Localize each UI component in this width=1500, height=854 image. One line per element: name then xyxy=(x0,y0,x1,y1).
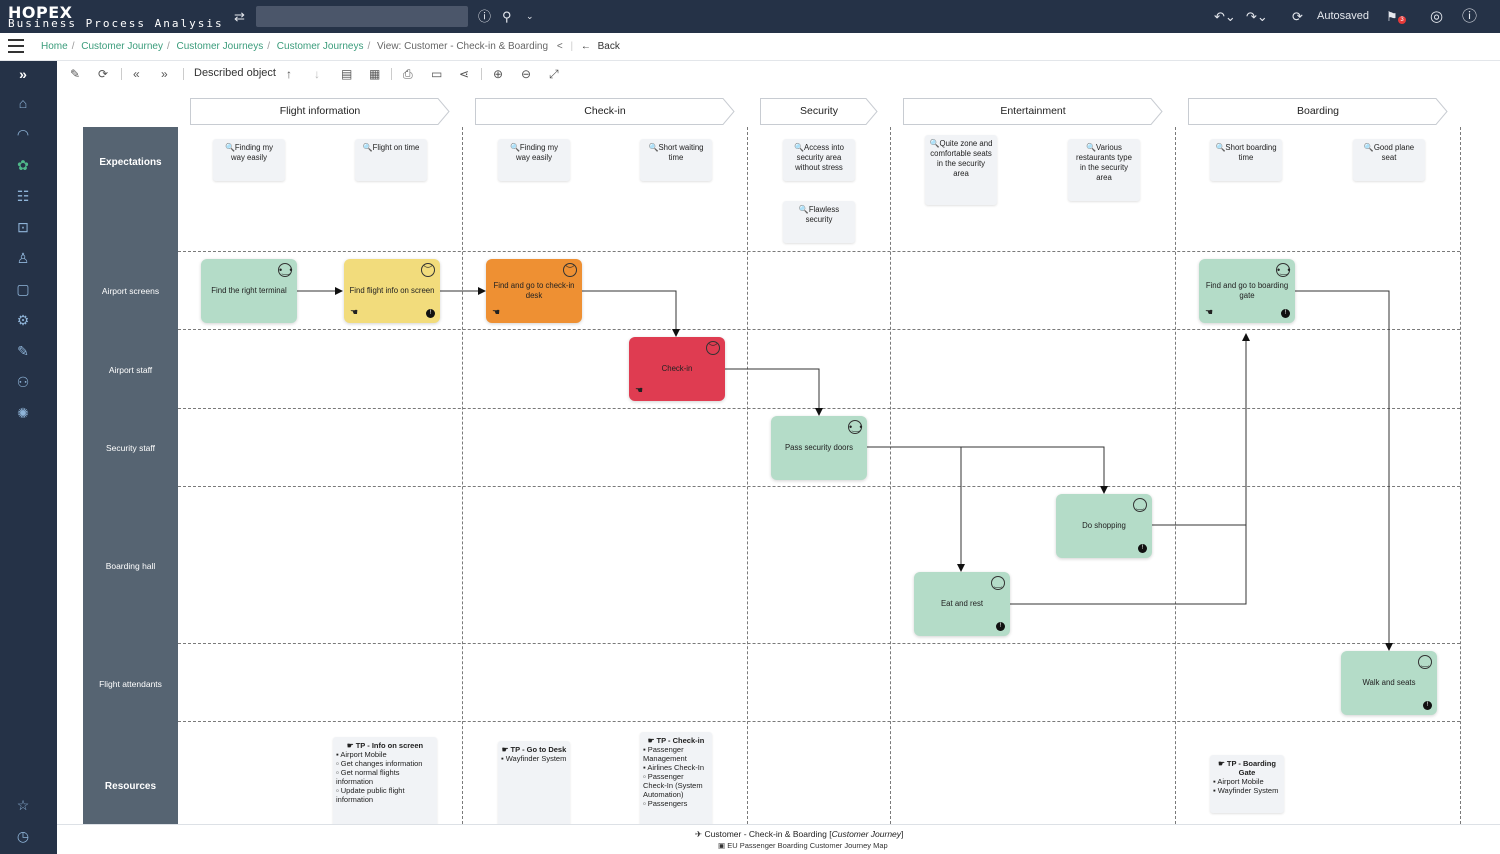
emotion-sad-icon: ︶ xyxy=(563,263,577,277)
step-walk-and-seats[interactable]: Walk and seats ‿ ! xyxy=(1341,651,1437,715)
edit-icon[interactable]: ✎ xyxy=(70,66,80,82)
resource-card[interactable]: ☛ TP - Info on screen ▪ Airport Mobile ▫… xyxy=(333,737,437,824)
comment-icon[interactable]: ! xyxy=(1281,309,1290,318)
emotion-angry-icon: ︶ xyxy=(706,341,720,355)
journey-map-canvas: Flight information Check-in Security Ent… xyxy=(57,87,1500,824)
fit-screen-icon[interactable]: ⤢ xyxy=(549,66,559,82)
dashboard-icon[interactable]: ◠ xyxy=(14,125,32,143)
next-icon[interactable]: » xyxy=(161,66,168,82)
back-button[interactable]: Back xyxy=(598,41,620,52)
organization-icon[interactable]: ♙ xyxy=(14,249,32,267)
emotion-neutral-icon: •‿• xyxy=(278,263,293,277)
grid-icon[interactable]: ▦ xyxy=(369,66,380,82)
favorite-star-icon[interactable]: ☆ xyxy=(14,796,32,814)
touchpoint-hand-icon: ☚ xyxy=(492,307,501,317)
history-icon[interactable]: ◷ xyxy=(14,827,32,845)
undo-icon[interactable]: ↶⌄ xyxy=(1214,0,1236,33)
top-bar: HOPEX Business Process Analysis ⇄ ⓘ ⚲ ⌄ … xyxy=(0,0,1500,33)
hierarchy-icon[interactable]: ☷ xyxy=(14,187,32,205)
comment-icon[interactable]: ! xyxy=(996,622,1005,631)
app-logo-subtitle: Business Process Analysis xyxy=(8,17,224,30)
comment-icon[interactable]: ! xyxy=(1423,701,1432,710)
info-icon[interactable]: ⓘ xyxy=(478,0,491,33)
journey-icon: ✈ xyxy=(695,829,703,839)
comment-icon[interactable]: ! xyxy=(426,309,435,318)
touchpoint-hand-icon: ☚ xyxy=(635,385,644,395)
arrow-down-icon[interactable]: ↓ xyxy=(314,66,320,82)
breadcrumb-customer-journey[interactable]: Customer Journey xyxy=(81,41,163,52)
step-find-flight-info[interactable]: Find flight info on screen ︶ ☚! xyxy=(344,259,440,323)
share-diagram-icon[interactable]: ⋖ xyxy=(459,66,469,82)
step-find-check-in-desk[interactable]: Find and go to check-in desk ︶ ☚ xyxy=(486,259,582,323)
zoom-out-icon[interactable]: ⊖ xyxy=(521,66,531,82)
arrow-up-icon[interactable]: ↑ xyxy=(286,66,292,82)
print-icon[interactable]: ⎙ xyxy=(403,66,413,82)
step-find-boarding-gate[interactable]: Find and go to boarding gate •‿• ☚! xyxy=(1199,259,1295,323)
touchpoint-hand-icon: ☚ xyxy=(350,307,359,317)
notification-badge: 3 xyxy=(1398,16,1406,24)
diagram-title: ✈ Customer - Check-in & Boarding [Custom… xyxy=(695,829,904,839)
expand-sidebar-icon[interactable]: » xyxy=(14,65,32,83)
journey-icon[interactable]: ✿ xyxy=(14,156,32,174)
step-find-right-terminal[interactable]: Find the right terminal •‿• xyxy=(201,259,297,323)
diagram-type: Customer Journey xyxy=(831,829,902,839)
chevron-down-icon[interactable]: ⌄ xyxy=(526,0,534,33)
edit-document-icon[interactable]: ✎ xyxy=(14,342,32,360)
search-icon[interactable]: ⚲ xyxy=(502,0,512,33)
notification-icon[interactable]: ⚑ xyxy=(1386,0,1398,33)
settings-icon[interactable]: ⚙ xyxy=(14,311,32,329)
emotion-sad-icon: ︶ xyxy=(421,263,435,277)
step-check-in[interactable]: Check-in ︶ ☚ xyxy=(629,337,725,401)
breadcrumb: Home / Customer Journey / Customer Journey… xyxy=(41,41,620,52)
resource-card[interactable]: ☛ TP - Go to Desk ▪ Wayfinder System xyxy=(498,741,570,824)
swap-icon[interactable]: ⇄ xyxy=(234,0,245,33)
diagram-footer: ✈ Customer - Check-in & Boarding [Custom… xyxy=(57,824,1500,854)
previous-icon[interactable]: « xyxy=(133,66,140,82)
properties-icon[interactable]: ▤ xyxy=(341,66,352,82)
comment-icon[interactable]: ! xyxy=(1138,544,1147,553)
reload-icon[interactable]: ⟳ xyxy=(98,66,108,82)
people-icon[interactable]: ⚇ xyxy=(14,373,32,391)
zoom-in-icon[interactable]: ⊕ xyxy=(493,66,503,82)
process-icon[interactable]: ⊡ xyxy=(14,218,32,236)
emotion-neutral-icon: •‿• xyxy=(848,420,863,434)
image-icon[interactable]: ▭ xyxy=(431,66,442,82)
menu-icon[interactable] xyxy=(8,39,24,53)
touchpoint-hand-icon: ☚ xyxy=(1205,307,1214,317)
diagram-subtitle: ▣ EU Passenger Boarding Customer Journey… xyxy=(718,841,888,850)
step-pass-security-doors[interactable]: Pass security doors •‿• xyxy=(771,416,867,480)
breadcrumb-current-view: View: Customer - Check-in & Boarding xyxy=(377,41,549,52)
breadcrumb-home[interactable]: Home xyxy=(41,41,68,52)
refresh-icon[interactable]: ⟳ xyxy=(1292,0,1303,33)
gear-cycle-icon[interactable]: ✺ xyxy=(14,404,32,422)
resource-card[interactable]: ☛ TP - Check-in ▪ Passenger Management ▪… xyxy=(640,732,712,824)
left-sidebar: » ⌂ ◠ ✿ ☷ ⊡ ♙ ▢ ⚙ ✎ ⚇ ✺ ☆ ◷ xyxy=(0,61,57,854)
step-do-shopping[interactable]: Do shopping ‿ ! xyxy=(1056,494,1152,558)
frame-icon[interactable]: ▢ xyxy=(14,280,32,298)
breadcrumb-customer-journeys[interactable]: Customer Journeys xyxy=(177,41,264,52)
home-icon[interactable]: ⌂ xyxy=(14,94,32,112)
emotion-happy-icon: ‿ xyxy=(991,576,1005,590)
autosaved-status: Autosaved xyxy=(1317,10,1369,22)
search-input[interactable] xyxy=(256,6,468,27)
back-arrow-icon[interactable]: ← xyxy=(581,41,591,52)
emotion-neutral-icon: •‿• xyxy=(1276,263,1291,277)
breadcrumb-customer-journeys-2[interactable]: Customer Journeys xyxy=(277,41,364,52)
emotion-happy-icon: ‿ xyxy=(1418,655,1432,669)
user-icon[interactable]: ◎ xyxy=(1430,0,1443,33)
redo-icon[interactable]: ↷⌄ xyxy=(1246,0,1268,33)
described-object-button[interactable]: Described object xyxy=(194,67,276,79)
emotion-happy-icon: ‿ xyxy=(1133,498,1147,512)
map-icon: ▣ xyxy=(718,841,726,850)
help-icon[interactable]: ⓘ xyxy=(1462,0,1477,33)
share-icon[interactable]: < xyxy=(557,41,563,52)
diagram-toolbar: ✎ ⟳ « » Described object ↑ ↓ ▤ ▦ ⎙ ▭ ⋖ ⊕… xyxy=(57,61,1500,87)
step-eat-and-rest[interactable]: Eat and rest ‿ ! xyxy=(914,572,1010,636)
breadcrumb-bar: Home / Customer Journey / Customer Journey… xyxy=(0,33,1500,61)
resource-card[interactable]: ☛ TP - Boarding Gate ▪ Airport Mobile ▪ … xyxy=(1210,755,1284,813)
